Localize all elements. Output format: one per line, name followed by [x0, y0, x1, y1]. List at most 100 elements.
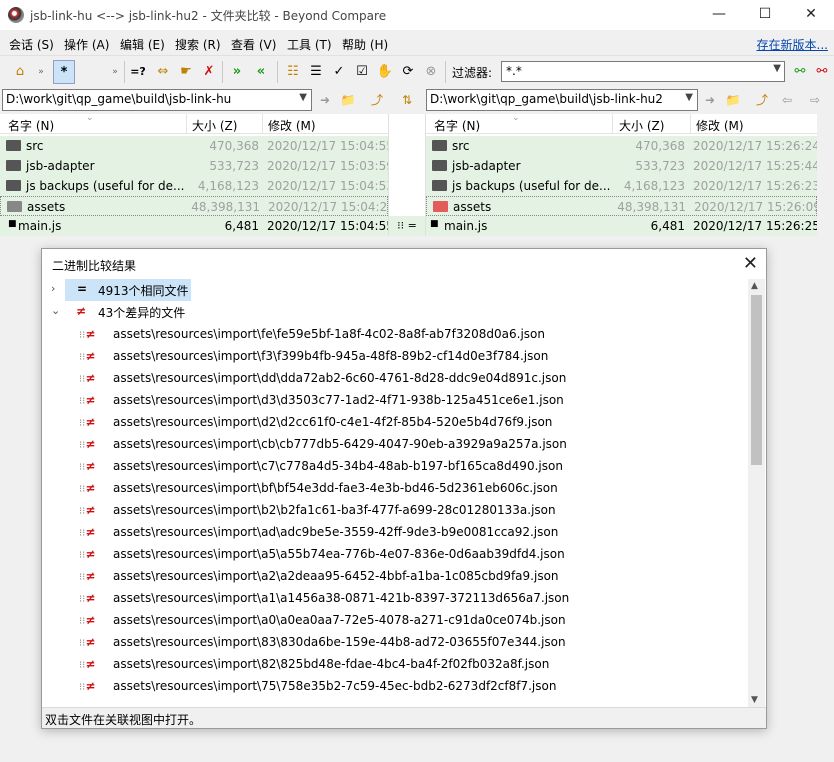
- file-path: assets\resources\import\a0\a0ea0aa7-72e5…: [113, 613, 566, 627]
- menu-tools[interactable]: 工具 (T): [287, 36, 332, 53]
- browse-folder-icon[interactable]: 📁: [339, 92, 357, 108]
- right-path-input[interactable]: D:\work\git\qp_game\build\jsb-link-hu2 ▼: [426, 89, 698, 111]
- swap-icon[interactable]: ⇔: [152, 60, 174, 84]
- chevron-down-icon[interactable]: ▼: [299, 92, 307, 103]
- header-name[interactable]: 名字 (N): [8, 117, 54, 134]
- diff-file-icon: ⁝⁝≠: [79, 459, 96, 473]
- diff-file-icon: ⁝⁝≠: [79, 547, 96, 561]
- row-date: 2020/12/17 15:04:55: [267, 139, 394, 153]
- browse-folder-icon[interactable]: 📁: [724, 92, 742, 108]
- same-files-node[interactable]: › = 4913个相同文件: [43, 279, 243, 301]
- scroll-up-icon[interactable]: ▲: [751, 281, 758, 291]
- scroll-down-icon[interactable]: ▼: [751, 695, 758, 705]
- menu-view[interactable]: 查看 (V): [231, 36, 276, 53]
- tree-expand-icon[interactable]: ☷: [282, 60, 304, 84]
- column-divider[interactable]: [186, 114, 187, 134]
- chevron-down-icon[interactable]: ⌄: [51, 304, 60, 317]
- parent-folder-icon[interactable]: ⤴: [753, 92, 771, 108]
- menu-edit[interactable]: 编辑 (E): [120, 36, 165, 53]
- menu-actions[interactable]: 操作 (A): [64, 36, 109, 53]
- diff-files-node[interactable]: ⌄ ≠ 43个差异的文件: [43, 301, 243, 323]
- show-all-button[interactable]: *: [53, 60, 75, 84]
- diff-file-icon: ⁝⁝≠: [79, 679, 96, 693]
- header-modified[interactable]: 修改 (M): [696, 117, 744, 134]
- diff-file-icon: ⁝⁝≠: [79, 393, 96, 407]
- glasses-icon[interactable]: ⚯: [789, 60, 811, 84]
- column-divider[interactable]: [612, 114, 613, 134]
- swap-sides-icon[interactable]: ⇅: [398, 92, 416, 108]
- filter-value: *.*: [506, 64, 522, 78]
- column-divider[interactable]: [262, 114, 263, 134]
- left-path-input[interactable]: D:\work\git\qp_game\build\jsb-link-hu ▼: [2, 89, 312, 111]
- table-row[interactable]: jsb-adapter 533,723 2020/12/17 15:03:59: [0, 156, 394, 176]
- row-size: 533,723: [635, 159, 685, 173]
- copy-right-icon[interactable]: »: [226, 60, 248, 84]
- column-divider[interactable]: [690, 114, 691, 134]
- table-row[interactable]: ■ main.js 6,481 2020/12/17 15:04:55: [0, 216, 394, 236]
- menu-search[interactable]: 搜索 (R): [175, 36, 221, 53]
- chevron-down-icon[interactable]: ▼: [685, 92, 693, 103]
- menu-session[interactable]: 会话 (S): [9, 36, 54, 53]
- go-icon[interactable]: ➜: [701, 92, 719, 108]
- row-size: 533,723: [209, 159, 259, 173]
- folder-icon: [432, 140, 447, 151]
- stop-icon[interactable]: ⊗: [420, 60, 442, 84]
- header-modified[interactable]: 修改 (M): [268, 117, 316, 134]
- back-icon[interactable]: ⇦: [778, 92, 796, 108]
- touch-icon[interactable]: ☛: [175, 60, 197, 84]
- diff-file-icon: ⁝⁝≠: [79, 481, 96, 495]
- header-size[interactable]: 大小 (Z): [192, 117, 237, 134]
- maximize-button[interactable]: ☐: [742, 0, 788, 30]
- scroll-thumb[interactable]: [751, 295, 762, 465]
- table-row[interactable]: assets 48,398,131 2020/12/17 15:04:24: [0, 196, 395, 216]
- file-path: assets\resources\import\ad\adc9be5e-3559…: [113, 525, 559, 539]
- header-name[interactable]: 名字 (N): [434, 117, 480, 134]
- close-button[interactable]: ✕: [788, 0, 834, 30]
- menu-help[interactable]: 帮助 (H): [342, 36, 388, 53]
- file-icon: ■: [430, 219, 439, 229]
- filter-label: 过滤器:: [452, 66, 493, 80]
- parent-folder-icon[interactable]: ⤴: [368, 92, 386, 108]
- file-path: assets\resources\import\cb\cb777db5-6429…: [113, 437, 567, 451]
- row-name: main.js: [444, 219, 488, 233]
- rules-icon[interactable]: ✋: [374, 60, 396, 84]
- separator: [222, 61, 223, 83]
- table-row[interactable]: src 470,368 2020/12/17 15:04:55: [0, 136, 394, 156]
- new-version-link[interactable]: 存在新版本...: [757, 36, 828, 53]
- separator: [277, 61, 278, 83]
- close-icon[interactable]: ✕: [743, 253, 758, 274]
- compare-contents-button[interactable]: =?: [128, 60, 148, 84]
- filter-input[interactable]: *.* ▼: [501, 61, 785, 82]
- forward-icon[interactable]: ⇨: [806, 92, 824, 108]
- chevron-down-icon[interactable]: ▼: [773, 63, 781, 74]
- row-name: js backups (useful for de...: [26, 179, 185, 193]
- list-icon[interactable]: ☰: [305, 60, 327, 84]
- copy-left-icon[interactable]: «: [250, 60, 272, 84]
- table-row[interactable]: js backups (useful for de... 4,168,123 2…: [0, 176, 394, 196]
- chevron-right-icon[interactable]: ›: [51, 282, 55, 295]
- file-path: assets\resources\import\d3\d3503c77-1ad2…: [113, 393, 564, 407]
- check-icon[interactable]: ✓: [328, 60, 350, 84]
- delete-icon[interactable]: ✗: [198, 60, 220, 84]
- diff-file-icon: ⁝⁝≠: [79, 613, 96, 627]
- table-row[interactable]: js backups (useful for de... 4,168,123 2…: [426, 176, 820, 196]
- row-size: 4,168,123: [623, 179, 685, 193]
- table-row[interactable]: src 470,368 2020/12/17 15:26:24: [426, 136, 820, 156]
- table-row[interactable]: assets 48,398,131 2020/12/17 15:26:09: [426, 196, 821, 216]
- glasses-off-icon[interactable]: ⚯: [811, 60, 833, 84]
- home-icon[interactable]: ⌂: [9, 60, 31, 84]
- table-row[interactable]: ■ main.js 6,481 2020/12/17 15:26:25: [426, 216, 820, 236]
- file-path: assets\resources\import\a1\a1456a38-0871…: [113, 591, 570, 605]
- dialog-scrollbar[interactable]: ▲ ▼: [748, 279, 765, 707]
- more-icon[interactable]: »: [104, 60, 126, 84]
- header-size[interactable]: 大小 (Z): [619, 117, 664, 134]
- diff-file-icon: ⁝⁝≠: [79, 525, 96, 539]
- refresh-icon[interactable]: ⟳: [397, 60, 419, 84]
- minimize-button[interactable]: —: [696, 0, 742, 30]
- go-icon[interactable]: ➜: [316, 92, 334, 108]
- table-row[interactable]: jsb-adapter 533,723 2020/12/17 15:25:44: [426, 156, 820, 176]
- pane-scrollbar[interactable]: [817, 114, 834, 236]
- row-name: jsb-adapter: [26, 159, 95, 173]
- more-icon[interactable]: »: [30, 60, 52, 84]
- check-all-icon[interactable]: ☑: [351, 60, 373, 84]
